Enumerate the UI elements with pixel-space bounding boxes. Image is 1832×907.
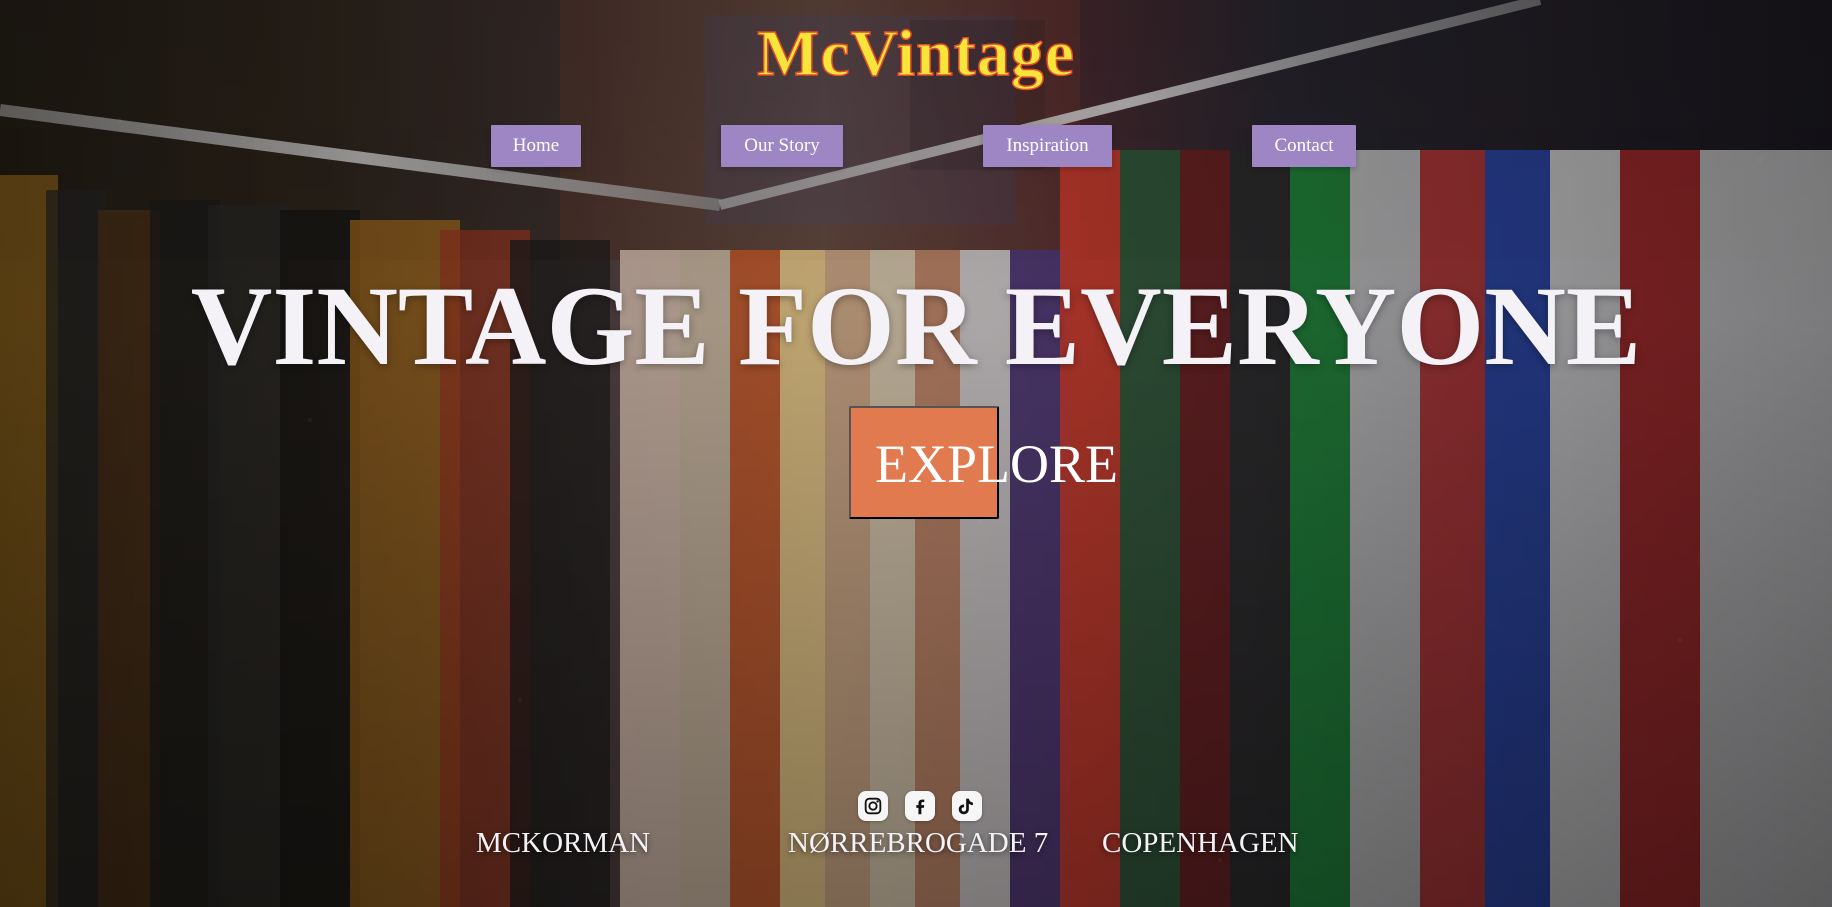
nav-our-story[interactable]: Our Story: [721, 125, 843, 167]
top-nav: Home Our Story Inspiration Contact: [0, 125, 1832, 167]
facebook-link[interactable]: [905, 791, 935, 821]
social-links: [858, 791, 982, 821]
facebook-icon: [909, 795, 931, 817]
nav-home[interactable]: Home: [491, 125, 581, 167]
hero-headline: VINTAGE FOR EVERYONE: [190, 264, 1642, 389]
tiktok-icon: [956, 795, 978, 817]
tiktok-link[interactable]: [952, 791, 982, 821]
hero: McVintage Home Our Story Inspiration Con…: [0, 0, 1832, 907]
footer-mckorman: MCKORMAN: [476, 827, 651, 859]
nav-contact[interactable]: Contact: [1252, 125, 1356, 167]
footer-city: COPENHAGEN: [1102, 827, 1299, 859]
explore-button[interactable]: EXPLORE: [849, 406, 1118, 519]
brand-logo[interactable]: McVintage: [0, 16, 1832, 92]
instagram-icon: [862, 795, 884, 817]
footer-info: MCKORMAN NØRREBROGADE 7 COPENHAGEN: [0, 827, 1832, 863]
instagram-link[interactable]: [858, 791, 888, 821]
nav-inspiration[interactable]: Inspiration: [983, 125, 1112, 167]
footer-address: NØRREBROGADE 7: [788, 827, 1049, 859]
